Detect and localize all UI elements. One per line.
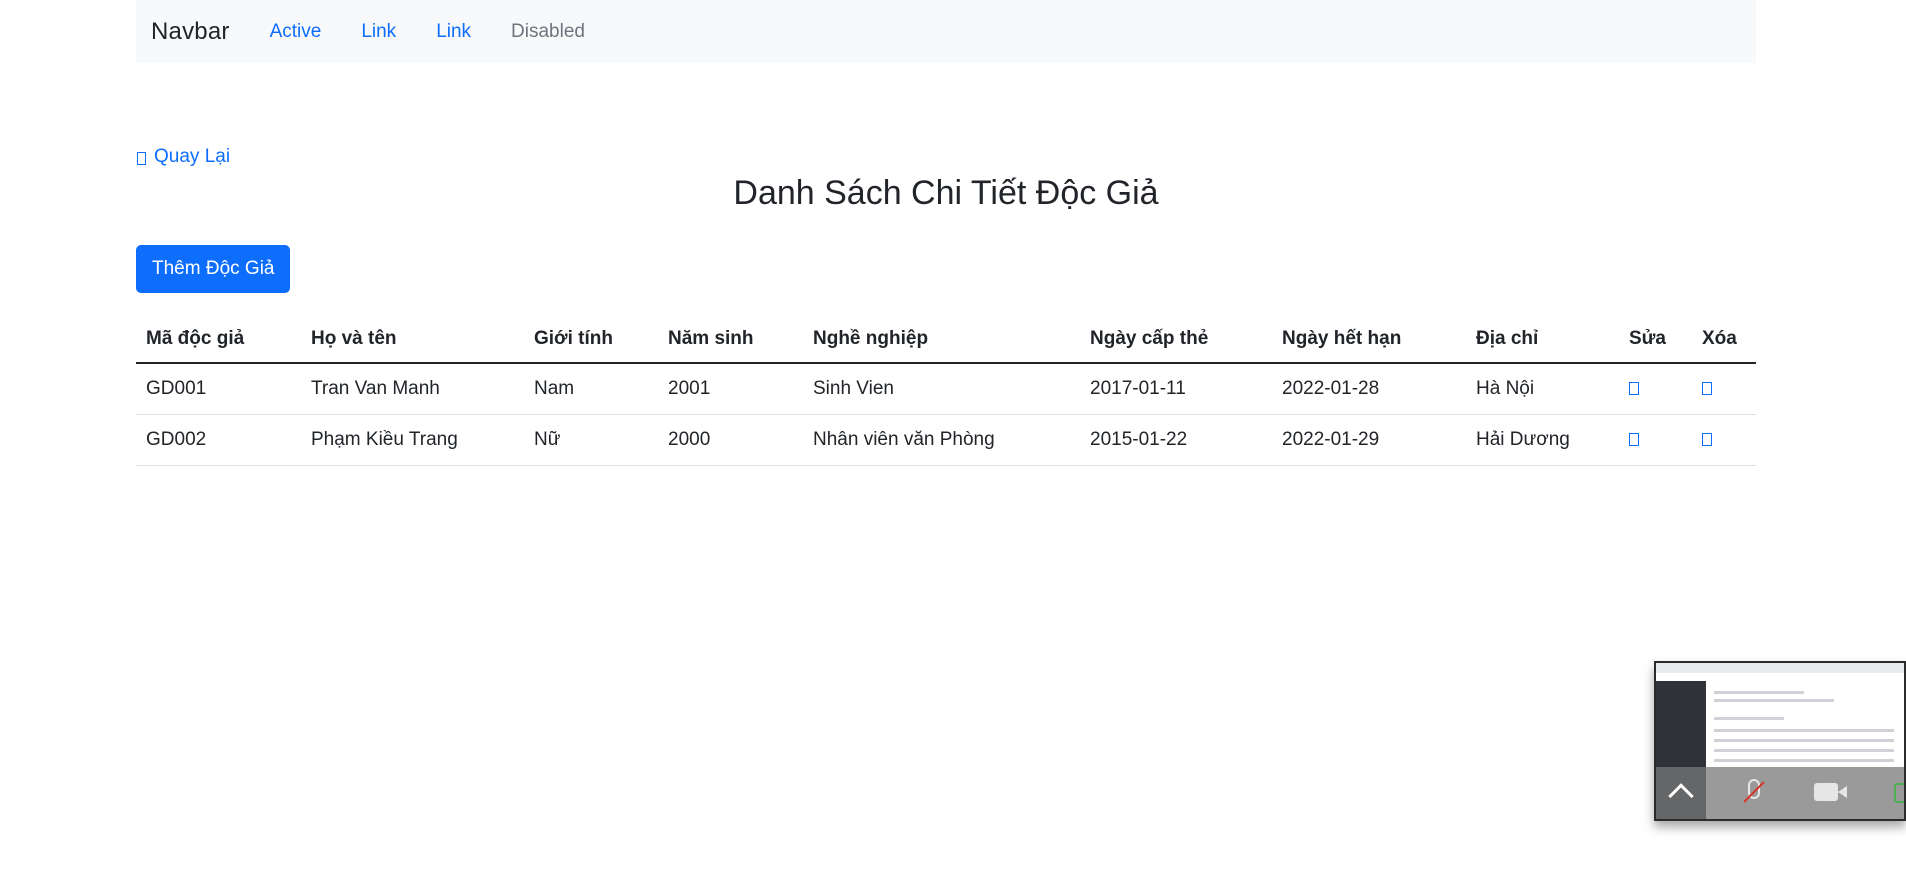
header-occupation: Nghề nghiệp xyxy=(803,315,1080,364)
call-controls-bar xyxy=(1656,767,1904,819)
cell-expiry-date: 2022-01-29 xyxy=(1272,414,1466,466)
thumb-browser-bar xyxy=(1656,663,1904,673)
cell-gender: Nam xyxy=(524,363,658,415)
cell-occupation: Nhân viên văn Phòng xyxy=(803,414,1080,466)
cell-delete xyxy=(1692,363,1756,415)
back-link-label: Quay Lại xyxy=(154,146,231,167)
cell-edit xyxy=(1619,363,1692,415)
delete-icon[interactable] xyxy=(1702,382,1712,396)
cell-occupation: Sinh Vien xyxy=(803,363,1080,415)
navbar: Navbar Active Link Link Disabled xyxy=(136,0,1756,63)
header-reader-id: Mã độc giả xyxy=(136,315,301,364)
cell-gender: Nữ xyxy=(524,414,658,466)
nav-link-2[interactable]: Link xyxy=(436,21,471,43)
header-address: Địa chỉ xyxy=(1466,315,1619,364)
thumb-text-line xyxy=(1714,739,1894,742)
cell-birth-year: 2000 xyxy=(658,414,803,466)
cell-birth-year: 2001 xyxy=(658,363,803,415)
header-issue-date: Ngày cấp thẻ xyxy=(1080,315,1272,364)
cell-reader-id: GD001 xyxy=(136,363,301,415)
cell-address: Hải Dương xyxy=(1466,414,1619,466)
header-expiry-date: Ngày hết hạn xyxy=(1272,315,1466,364)
header-birth-year: Năm sinh xyxy=(658,315,803,364)
thumb-text-line xyxy=(1714,717,1784,720)
cell-address: Hà Nội xyxy=(1466,363,1619,415)
header-full-name: Họ và tên xyxy=(301,315,524,364)
header-gender: Giới tính xyxy=(524,315,658,364)
add-reader-button[interactable]: Thêm Độc Giả xyxy=(136,245,291,293)
thumb-text-line xyxy=(1714,759,1894,762)
arrow-left-icon xyxy=(137,152,146,165)
table-header-row: Mã độc giả Họ và tên Giới tính Năm sinh … xyxy=(136,315,1756,364)
nav-link-active[interactable]: Active xyxy=(270,21,322,43)
table-row: GD002 Phạm Kiều Trang Nữ 2000 Nhân viên … xyxy=(136,414,1756,466)
delete-icon[interactable] xyxy=(1702,432,1712,446)
header-edit: Sửa xyxy=(1619,315,1692,364)
cell-issue-date: 2015-01-22 xyxy=(1080,414,1272,466)
edit-icon[interactable] xyxy=(1629,382,1639,396)
chevron-up-icon[interactable] xyxy=(1668,783,1694,809)
edit-icon[interactable] xyxy=(1629,432,1639,446)
thumb-text-line xyxy=(1714,749,1894,752)
back-link[interactable]: Quay Lại xyxy=(137,146,230,168)
navbar-brand[interactable]: Navbar xyxy=(151,18,230,46)
thumb-text-line xyxy=(1714,699,1834,702)
cell-issue-date: 2017-01-11 xyxy=(1080,363,1272,415)
header-delete: Xóa xyxy=(1692,315,1756,364)
camera-icon[interactable] xyxy=(1814,783,1838,801)
cell-full-name: Tran Van Manh xyxy=(301,363,524,415)
cell-full-name: Phạm Kiều Trang xyxy=(301,414,524,466)
page-title: Danh Sách Chi Tiết Độc Giả xyxy=(733,174,1159,212)
cell-reader-id: GD002 xyxy=(136,414,301,466)
cell-edit xyxy=(1619,414,1692,466)
video-call-overlay[interactable] xyxy=(1654,661,1906,821)
thumb-text-line xyxy=(1714,729,1894,732)
nav-link-disabled: Disabled xyxy=(511,20,585,42)
nav-link-1[interactable]: Link xyxy=(361,21,396,43)
camera-lens-icon xyxy=(1838,786,1847,798)
cell-delete xyxy=(1692,414,1756,466)
table-row: GD001 Tran Van Manh Nam 2001 Sinh Vien 2… xyxy=(136,363,1756,415)
share-screen-icon[interactable] xyxy=(1894,783,1904,803)
readers-table: Mã độc giả Họ và tên Giới tính Năm sinh … xyxy=(136,315,1756,466)
cell-expiry-date: 2022-01-28 xyxy=(1272,363,1466,415)
thumb-text-line xyxy=(1714,691,1804,694)
